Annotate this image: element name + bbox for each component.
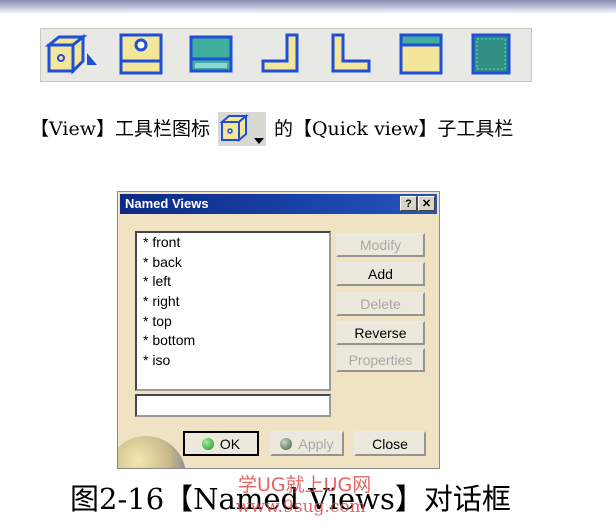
reverse-button[interactable]: Reverse [336, 321, 425, 345]
front-view-icon[interactable] [113, 31, 171, 79]
quick-view-icon [217, 112, 266, 146]
apply-button[interactable]: Apply [270, 431, 344, 456]
modify-button[interactable]: Modify [336, 233, 425, 257]
bottom-view-icon[interactable] [393, 31, 451, 79]
ok-button[interactable]: OK [183, 431, 259, 456]
list-item-iso[interactable]: * iso [137, 351, 329, 371]
top-gradient-bar [0, 0, 616, 14]
top-view-icon[interactable] [183, 31, 241, 79]
list-item-bottom[interactable]: * bottom [137, 331, 329, 351]
view-name-field[interactable] [135, 394, 331, 417]
toolbar-caption: 【View】工具栏图标 的【Quick view】子工具栏 [30, 112, 514, 146]
dialog-titlebar: Named Views ? ✕ [120, 194, 437, 214]
watermark-line1: 学UG就上UG网 [238, 474, 372, 496]
back-view-icon[interactable] [463, 31, 521, 79]
views-list[interactable]: * front * back * left * right * top * bo… [135, 231, 331, 391]
list-item-right[interactable]: * right [137, 292, 329, 312]
quick-view-toolbar [40, 28, 532, 82]
planet-decoration-icon [118, 436, 186, 468]
right-view-icon[interactable] [323, 31, 381, 79]
apply-label: Apply [298, 435, 334, 452]
isometric-view-icon[interactable] [43, 31, 101, 79]
caption-suffix: 的【Quick view】子工具栏 [273, 117, 514, 140]
named-views-dialog: Named Views ? ✕ * front * back * left * … [117, 191, 440, 469]
properties-button[interactable]: Properties [336, 348, 425, 372]
list-item-back[interactable]: * back [137, 253, 329, 273]
caption-prefix: 【View】工具栏图标 [30, 117, 210, 140]
add-button[interactable]: Add [336, 262, 425, 286]
delete-button[interactable]: Delete [336, 292, 425, 316]
apply-dot-icon [280, 437, 293, 450]
ok-label: OK [219, 435, 241, 452]
list-item-top[interactable]: * top [137, 312, 329, 332]
close-button[interactable]: Close [354, 431, 426, 456]
ok-green-dot-icon [201, 437, 214, 450]
left-view-icon[interactable] [253, 31, 311, 79]
watermark-line2: www.9sug.com [236, 497, 366, 517]
help-button[interactable]: ? [400, 196, 417, 211]
dialog-title: Named Views [125, 196, 209, 211]
close-x-button[interactable]: ✕ [418, 196, 435, 211]
list-item-left[interactable]: * left [137, 272, 329, 292]
list-item-front[interactable]: * front [137, 233, 329, 253]
